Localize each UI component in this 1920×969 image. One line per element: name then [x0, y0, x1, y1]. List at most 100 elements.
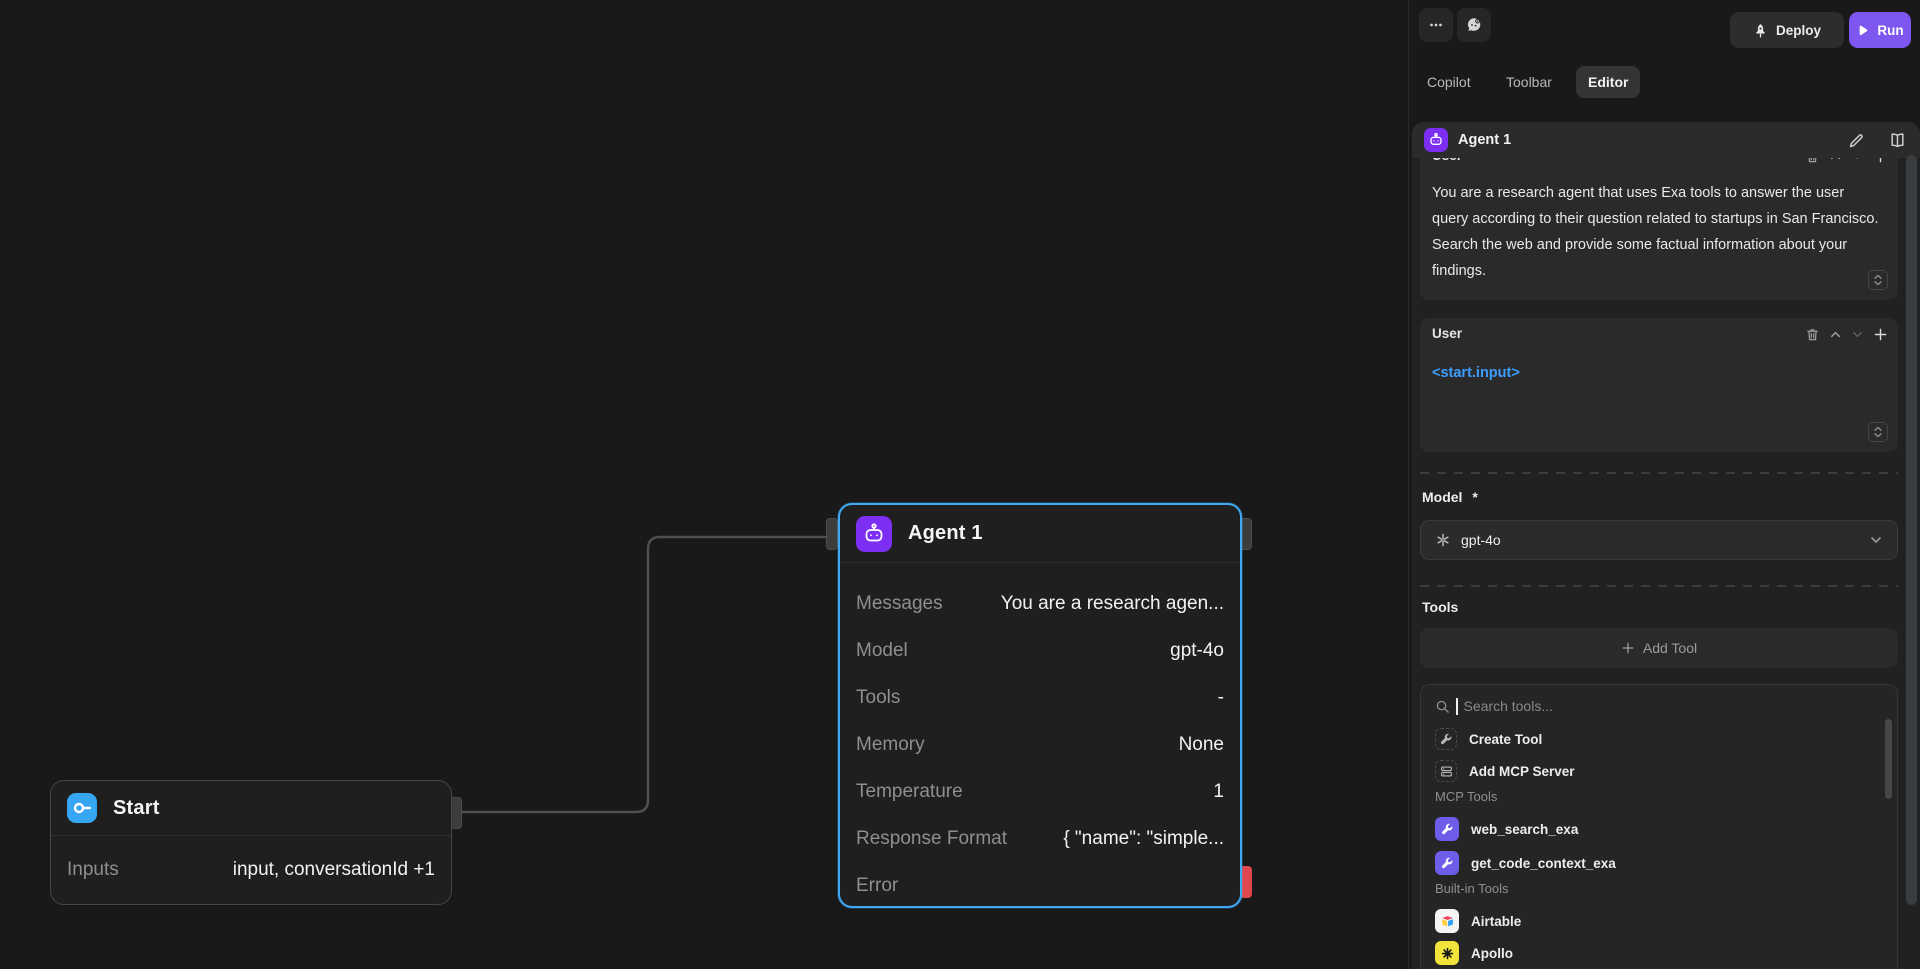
- divider: [840, 562, 1240, 563]
- tab-editor[interactable]: Editor: [1576, 66, 1640, 98]
- apollo-icon: [1435, 941, 1459, 965]
- message-block-system-prompt[interactable]: User You are a research agent that uses …: [1420, 158, 1898, 300]
- delete-message-icon[interactable]: [1805, 327, 1820, 342]
- add-mcp-server-item[interactable]: Add MCP Server: [1421, 755, 1897, 787]
- plus-icon: [1621, 641, 1635, 655]
- mcp-tool-wrench-icon: [1435, 817, 1459, 841]
- agent-robot-icon: [856, 516, 892, 552]
- tool-item-web-search-exa[interactable]: web_search_exa: [1421, 813, 1897, 845]
- edit-pencil-icon[interactable]: [1848, 132, 1865, 149]
- create-tool-item[interactable]: Create Tool: [1421, 723, 1897, 755]
- agent-row-model: Model gpt-4o: [840, 627, 1240, 674]
- agent-editor-panel: Agent 1 User You are a research agent th…: [1412, 122, 1920, 969]
- openai-icon: [1435, 532, 1451, 548]
- move-down-icon[interactable]: [1851, 328, 1864, 341]
- run-label: Run: [1877, 23, 1903, 38]
- agent-row-messages: Messages You are a research agen...: [840, 580, 1240, 627]
- start-node[interactable]: Start Inputs input, conversationId +1: [50, 780, 452, 905]
- tool-label: web_search_exa: [1471, 822, 1578, 837]
- row-value: { "name": "simple...: [1063, 828, 1224, 850]
- panel-title: Agent 1: [1458, 132, 1838, 148]
- section-divider: [1420, 472, 1898, 474]
- tab-toolbar[interactable]: Toolbar: [1494, 66, 1564, 98]
- mcp-tools-group-header: MCP Tools: [1435, 789, 1497, 804]
- agent-row-temperature: Temperature 1: [840, 768, 1240, 815]
- start-inputs-label: Inputs: [67, 859, 119, 881]
- row-label: Temperature: [856, 781, 963, 803]
- row-label: Response Format: [856, 828, 1007, 850]
- more-options-button[interactable]: [1419, 8, 1453, 42]
- resize-handle-icon[interactable]: [1868, 422, 1888, 442]
- row-value: gpt-4o: [1170, 640, 1224, 662]
- agent-row-error: Error: [840, 862, 1240, 909]
- panel-scrollbar[interactable]: [1906, 155, 1917, 905]
- message-block-user[interactable]: User <start.input>: [1420, 318, 1898, 452]
- chevron-down-icon: [1869, 533, 1883, 547]
- run-button[interactable]: Run: [1849, 12, 1911, 48]
- start-node-title: Start: [113, 797, 160, 820]
- move-down-icon[interactable]: [1851, 158, 1864, 163]
- move-up-icon[interactable]: [1829, 328, 1842, 341]
- tool-label: get_code_context_exa: [1471, 856, 1616, 871]
- agent-robot-icon: [1424, 128, 1448, 152]
- start-inputs-row: Inputs input, conversationId +1: [51, 836, 451, 904]
- row-label: Error: [856, 875, 898, 897]
- tool-item-get-code-context-exa[interactable]: get_code_context_exa: [1421, 847, 1897, 879]
- agent-node-title: Agent 1: [908, 522, 983, 545]
- airtable-icon: [1435, 909, 1459, 933]
- model-selected-value: gpt-4o: [1461, 532, 1859, 548]
- docs-book-icon[interactable]: [1889, 132, 1906, 149]
- agent-input-handle[interactable]: [826, 518, 838, 550]
- create-tool-wrench-icon: [1435, 728, 1457, 750]
- tool-item-airtable[interactable]: Airtable: [1421, 905, 1897, 937]
- add-message-icon[interactable]: [1873, 158, 1888, 164]
- tab-copilot[interactable]: Copilot: [1415, 66, 1483, 98]
- row-value: 1: [1213, 781, 1224, 803]
- dropdown-scrollbar[interactable]: [1885, 719, 1892, 799]
- tools-section-label: Tools: [1422, 599, 1458, 615]
- tab-label: Copilot: [1427, 74, 1471, 90]
- search-icon: [1435, 699, 1450, 714]
- delete-message-icon[interactable]: [1805, 158, 1820, 164]
- deploy-button[interactable]: Deploy: [1730, 12, 1844, 48]
- model-label: Model: [1422, 489, 1462, 505]
- agent-row-tools: Tools -: [840, 674, 1240, 721]
- row-value: -: [1218, 687, 1224, 709]
- panel-scroll-area[interactable]: User You are a research agent that uses …: [1412, 158, 1920, 969]
- tool-search-row[interactable]: [1421, 691, 1897, 721]
- message-role[interactable]: User: [1432, 326, 1462, 341]
- add-tool-label: Add Tool: [1643, 640, 1697, 656]
- tab-label: Editor: [1588, 74, 1628, 90]
- resize-handle-icon[interactable]: [1868, 270, 1888, 290]
- mcp-tool-wrench-icon: [1435, 851, 1459, 875]
- message-role[interactable]: User: [1432, 158, 1462, 163]
- tools-dropdown: Create Tool Add MCP Server MCP Tools: [1420, 684, 1898, 969]
- play-icon: [1856, 24, 1869, 37]
- row-value: None: [1179, 734, 1224, 756]
- app-window: Start Inputs input, conversationId +1: [0, 0, 1920, 969]
- model-section-label: Model *: [1422, 489, 1478, 505]
- system-prompt-textarea[interactable]: You are a research agent that uses Exa t…: [1432, 180, 1884, 284]
- copilot-icon: [1465, 16, 1483, 34]
- panel-header: Agent 1: [1412, 122, 1920, 158]
- rocket-icon: [1753, 23, 1768, 38]
- tool-label: Apollo: [1471, 946, 1513, 961]
- tool-label: Airtable: [1471, 914, 1521, 929]
- add-tool-button[interactable]: Add Tool: [1420, 628, 1898, 668]
- create-tool-label: Create Tool: [1469, 732, 1542, 747]
- start-inputs-value: input, conversationId +1: [233, 859, 435, 881]
- add-message-icon[interactable]: [1873, 327, 1888, 342]
- section-divider: [1420, 585, 1898, 587]
- user-message-textarea[interactable]: <start.input>: [1432, 360, 1884, 386]
- sidebar-divider: [1408, 0, 1409, 969]
- tool-search-input[interactable]: [1464, 698, 1804, 714]
- agent-row-response-format: Response Format { "name": "simple...: [840, 815, 1240, 862]
- tool-item-apollo[interactable]: Apollo: [1421, 937, 1897, 969]
- model-select[interactable]: gpt-4o: [1420, 520, 1898, 560]
- start-icon: [67, 793, 97, 823]
- copilot-chat-button[interactable]: [1457, 8, 1491, 42]
- text-caret: [1456, 698, 1458, 715]
- mcp-server-icon: [1435, 760, 1457, 782]
- agent-node[interactable]: Agent 1 Messages You are a research agen…: [838, 503, 1242, 908]
- move-up-icon[interactable]: [1829, 158, 1842, 163]
